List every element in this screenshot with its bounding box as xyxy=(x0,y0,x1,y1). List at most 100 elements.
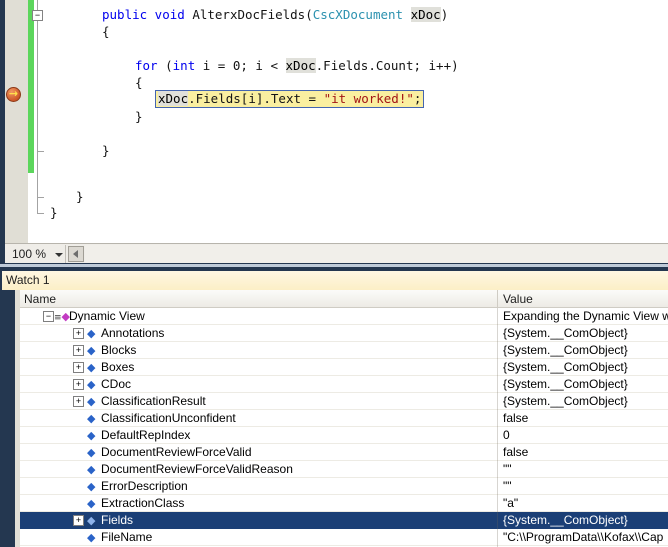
code-line[interactable]: { xyxy=(102,24,110,40)
watch-name-cell: ExtractionClass xyxy=(101,496,185,510)
code-token: int xyxy=(172,58,196,73)
column-resize-handle[interactable] xyxy=(497,290,498,307)
watch-row-annotations[interactable]: + ◆ Annotations {System.__ComObject} xyxy=(20,325,668,342)
expand-icon[interactable]: + xyxy=(73,328,84,339)
horizontal-scrollbar[interactable] xyxy=(85,245,668,264)
watch-row-dynamic-view[interactable]: − ≡◆ Dynamic View Expanding the Dynamic Vie… xyxy=(20,308,668,325)
breakpoint-current-statement-icon[interactable]: → xyxy=(6,87,21,102)
column-header-value[interactable]: Value xyxy=(503,291,533,307)
code-line[interactable]: public void AlterxDocFields(CscXDocument… xyxy=(102,7,448,23)
dynamic-view-icon: ≡◆ xyxy=(54,308,70,325)
watch-name-cell: ClassificationUnconfident xyxy=(101,411,236,425)
code-token: ) xyxy=(440,7,449,22)
watch-value-cell[interactable]: {System.__ComObject} xyxy=(503,342,668,358)
current-statement-line[interactable]: xDoc.Fields[i].Text = "it worked!"; xyxy=(155,90,425,108)
splitter[interactable] xyxy=(0,264,668,267)
property-diamond-icon: ◆ xyxy=(87,376,95,393)
watch-title-bar[interactable]: Watch 1 xyxy=(2,271,668,290)
watch-value-cell[interactable]: {System.__ComObject} xyxy=(503,359,668,375)
watch-row-extractionclass[interactable]: ◆ ExtractionClass "a" xyxy=(20,495,668,512)
property-diamond-icon: ◆ xyxy=(87,478,95,495)
watch-value-cell[interactable]: 0 xyxy=(503,427,668,443)
watch-value-cell[interactable]: "a" xyxy=(503,495,668,511)
editor-bottom-bar: 100 % xyxy=(5,243,668,264)
blue-diamond-icon: ◆ xyxy=(87,531,96,544)
blue-diamond-icon: ◆ xyxy=(87,327,96,340)
collapse-region-icon[interactable]: − xyxy=(32,10,43,21)
watch-name-cell: ErrorDescription xyxy=(101,479,188,493)
watch-name-cell: ClassificationResult xyxy=(101,394,206,408)
watch-row-classificationunconfident[interactable]: ◆ ClassificationUnconfident false xyxy=(20,410,668,427)
property-diamond-icon: ◆ xyxy=(87,444,95,461)
watch-row-errordescription[interactable]: ◆ ErrorDescription "" xyxy=(20,478,668,495)
watch-value-cell[interactable]: false xyxy=(503,410,668,426)
watch-row-cdoc[interactable]: + ◆ CDoc {System.__ComObject} xyxy=(20,376,668,393)
chevron-down-icon[interactable] xyxy=(55,253,63,257)
watch-name-cell: DocumentReviewForceValidReason xyxy=(101,462,293,476)
watch-value-cell[interactable]: "" xyxy=(503,461,668,477)
watch-row-defaultrepindex[interactable]: ◆ DefaultRepIndex 0 xyxy=(20,427,668,444)
watch-name-cell: Fields xyxy=(101,513,134,527)
blue-diamond-icon: ◆ xyxy=(87,395,96,408)
code-token: ; xyxy=(413,91,422,106)
watch-row-classificationresult[interactable]: + ◆ ClassificationResult {System.__ComObjec… xyxy=(20,393,668,410)
code-token: .Fields.Count; i++) xyxy=(315,58,459,73)
blue-diamond-icon: ◆ xyxy=(87,344,96,357)
property-diamond-icon: ◆ xyxy=(87,342,95,359)
zoom-level-combobox[interactable]: 100 % xyxy=(12,247,46,261)
column-header-name[interactable]: Name xyxy=(24,291,56,307)
expand-icon[interactable]: + xyxy=(73,396,84,407)
code-line[interactable]: } xyxy=(76,189,84,205)
code-token: public void xyxy=(102,7,193,22)
watch-row-documentreviewforcevalid[interactable]: ◆ DocumentReviewForceValid false xyxy=(20,444,668,461)
watch-grid: Name Value − ≡◆ Dynamic View Expanding the … xyxy=(20,290,668,547)
code-token: } xyxy=(135,109,143,124)
code-line[interactable]: } xyxy=(102,143,110,159)
code-line[interactable]: } xyxy=(135,109,143,125)
watch-row-boxes[interactable]: + ◆ Boxes {System.__ComObject} xyxy=(20,359,668,376)
watch-value-cell[interactable]: {System.__ComObject} xyxy=(503,393,668,409)
watch-value-cell[interactable]: "" xyxy=(503,478,668,494)
raw-view-lines-icon: ≡ xyxy=(54,313,62,323)
expand-icon[interactable]: + xyxy=(73,345,84,356)
watch-name-cell: FileName xyxy=(101,530,153,544)
blue-diamond-icon: ◆ xyxy=(87,446,96,459)
watch-name-cell: DefaultRepIndex xyxy=(101,428,191,442)
code-line[interactable]: } xyxy=(50,205,58,221)
watch-value-cell[interactable]: {System.__ComObject} xyxy=(503,376,668,392)
code-token: "it worked!" xyxy=(323,91,414,106)
code-line[interactable]: for (int i = 0; i < xDoc.Fields.Count; i… xyxy=(135,58,459,74)
watch-value-cell[interactable]: {System.__ComObject} xyxy=(503,512,668,528)
watch-row-blocks[interactable]: + ◆ Blocks {System.__ComObject} xyxy=(20,342,668,359)
watch-value-cell[interactable]: "C:\\ProgramData\\Kofax\\Cap xyxy=(503,529,668,545)
expand-icon[interactable]: + xyxy=(73,379,84,390)
watch-window: Watch 1 Name Value − ≡◆ Dynamic View Expand… xyxy=(0,263,668,547)
code-token: AlterxDocFields( xyxy=(192,7,313,22)
watch-value-cell[interactable]: {System.__ComObject} xyxy=(503,325,668,341)
property-diamond-icon: ◆ xyxy=(87,529,95,546)
code-token: } xyxy=(50,205,58,220)
breakpoint-margin[interactable] xyxy=(5,0,28,243)
code-line[interactable]: { xyxy=(135,75,143,91)
blue-diamond-icon: ◆ xyxy=(87,497,96,510)
blue-diamond-icon: ◆ xyxy=(87,361,96,374)
watch-value-cell[interactable]: Expanding the Dynamic View w xyxy=(503,308,668,324)
property-diamond-icon: ◆ xyxy=(87,512,95,529)
expand-icon[interactable]: + xyxy=(73,515,84,526)
watch-row-fields[interactable]: + ◆ Fields {System.__ComObject} xyxy=(20,512,668,529)
expand-icon[interactable]: + xyxy=(73,362,84,373)
code-editor[interactable]: − → public void AlterxDocFields(CscXDocu… xyxy=(0,0,668,263)
arrow-left-icon xyxy=(73,250,78,258)
collapse-icon[interactable]: − xyxy=(43,311,54,322)
watch-value-cell[interactable]: false xyxy=(503,444,668,460)
code-token: { xyxy=(102,24,110,39)
blue-diamond-icon: ◆ xyxy=(87,429,96,442)
watch-row-documentreviewforcevalidreason[interactable]: ◆ DocumentReviewForceValidReason "" xyxy=(20,461,668,478)
watch-row-filename[interactable]: ◆ FileName "C:\\ProgramData\\Kofax\\Cap xyxy=(20,529,668,546)
property-diamond-icon: ◆ xyxy=(87,495,95,512)
watch-rows: − ≡◆ Dynamic View Expanding the Dynamic Vie… xyxy=(20,308,668,546)
watch-name-cell: DocumentReviewForceValid xyxy=(101,445,252,459)
scroll-left-button[interactable] xyxy=(68,246,84,262)
changed-lines-indicator xyxy=(28,0,34,173)
